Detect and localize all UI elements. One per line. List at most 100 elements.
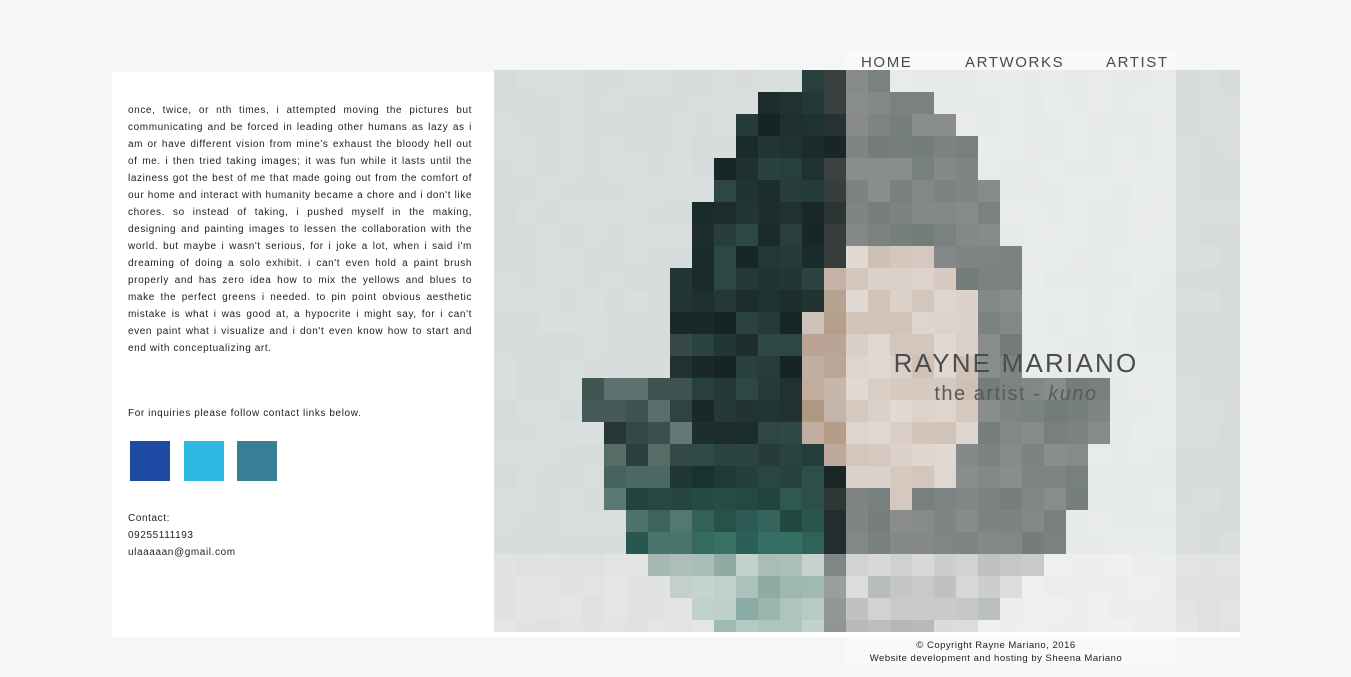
portrait-pixel — [626, 620, 648, 632]
portrait-pixel — [802, 576, 824, 598]
portrait-pixel — [1198, 70, 1220, 92]
portrait-pixel — [780, 356, 802, 378]
portrait-pixel — [626, 268, 648, 290]
portrait-pixel — [758, 224, 780, 246]
portrait-pixel — [714, 620, 736, 632]
portrait-pixel — [494, 488, 516, 510]
portrait-pixel — [802, 180, 824, 202]
portrait-pixel — [692, 268, 714, 290]
inquiry-text: For inquiries please follow contact link… — [128, 408, 362, 419]
portrait-pixel — [538, 378, 560, 400]
portrait-pixel — [560, 334, 582, 356]
portrait-pixel — [758, 554, 780, 576]
portrait-pixel — [1176, 554, 1198, 576]
portrait-pixel — [604, 224, 626, 246]
facebook-icon[interactable] — [130, 441, 170, 481]
portrait-pixel — [802, 378, 824, 400]
portrait-pixel — [780, 202, 802, 224]
portrait-pixel — [648, 334, 670, 356]
portrait-pixel — [802, 554, 824, 576]
portrait-pixel — [758, 400, 780, 422]
portrait-pixel — [582, 356, 604, 378]
portrait-pixel — [802, 400, 824, 422]
portrait-pixel — [582, 246, 604, 268]
portrait-pixel — [780, 268, 802, 290]
nav-home[interactable]: HOME — [861, 54, 912, 71]
portrait-pixel — [692, 422, 714, 444]
portrait-pixel — [736, 378, 758, 400]
portrait-pixel — [560, 246, 582, 268]
portrait-pixel — [604, 598, 626, 620]
portrait-pixel — [780, 290, 802, 312]
portrait-pixel — [604, 620, 626, 632]
portrait-pixel — [494, 444, 516, 466]
portrait-pixel — [714, 290, 736, 312]
portrait-pixel — [736, 400, 758, 422]
portrait-pixel — [692, 180, 714, 202]
portrait-pixel — [1220, 598, 1240, 620]
portrait-pixel — [516, 554, 538, 576]
twitter-icon[interactable] — [184, 441, 224, 481]
portrait-pixel — [692, 554, 714, 576]
portrait-pixel — [626, 136, 648, 158]
portrait-pixel — [758, 620, 780, 632]
portrait-pixel — [560, 312, 582, 334]
portrait-pixel — [1176, 466, 1198, 488]
portrait-pixel — [802, 114, 824, 136]
portrait-pixel — [626, 70, 648, 92]
portrait-pixel — [1198, 510, 1220, 532]
tumblr-icon[interactable] — [237, 441, 277, 481]
portrait-pixel — [626, 400, 648, 422]
portrait-pixel — [1220, 202, 1240, 224]
portrait-pixel — [494, 224, 516, 246]
portrait-pixel — [714, 158, 736, 180]
portrait-pixel — [692, 114, 714, 136]
portrait-pixel — [824, 180, 846, 202]
portrait-pixel — [516, 620, 538, 632]
portrait-pixel — [648, 554, 670, 576]
portrait-pixel — [1198, 268, 1220, 290]
portrait-pixel — [1220, 488, 1240, 510]
portrait-pixel — [1198, 224, 1220, 246]
portrait-pixel — [648, 136, 670, 158]
portrait-pixel — [736, 466, 758, 488]
portrait-pixel — [736, 180, 758, 202]
nav-artworks[interactable]: ARTWORKS — [965, 54, 1064, 71]
portrait-pixel — [824, 312, 846, 334]
portrait-pixel — [692, 334, 714, 356]
portrait-pixel — [714, 202, 736, 224]
portrait-pixel — [670, 70, 692, 92]
portrait-pixel — [736, 444, 758, 466]
portrait-pixel — [758, 488, 780, 510]
portrait-pixel — [802, 532, 824, 554]
portrait-pixel — [538, 444, 560, 466]
portrait-pixel — [1176, 598, 1198, 620]
portrait-pixel — [780, 114, 802, 136]
portrait-pixel — [824, 444, 846, 466]
portrait-pixel — [1220, 400, 1240, 422]
portrait-pixel — [780, 598, 802, 620]
portrait-pixel — [538, 268, 560, 290]
portrait-pixel — [626, 532, 648, 554]
portrait-pixel — [494, 466, 516, 488]
portrait-pixel — [714, 180, 736, 202]
portrait-pixel — [1198, 576, 1220, 598]
portrait-pixel — [714, 466, 736, 488]
portrait-pixel — [824, 598, 846, 620]
portrait-pixel — [1198, 466, 1220, 488]
portrait-pixel — [604, 136, 626, 158]
portrait-pixel — [802, 356, 824, 378]
portrait-pixel — [604, 92, 626, 114]
portrait-pixel — [758, 356, 780, 378]
portrait-pixel — [1220, 158, 1240, 180]
portrait-pixel — [736, 114, 758, 136]
portrait-pixel — [802, 158, 824, 180]
portrait-pixel — [516, 224, 538, 246]
nav-artist[interactable]: ARTIST — [1106, 54, 1169, 71]
portrait-pixel — [1198, 136, 1220, 158]
portrait-pixel — [670, 422, 692, 444]
portrait-pixel — [758, 312, 780, 334]
portrait-pixel — [516, 312, 538, 334]
portrait-pixel — [780, 158, 802, 180]
portrait-pixel — [560, 180, 582, 202]
